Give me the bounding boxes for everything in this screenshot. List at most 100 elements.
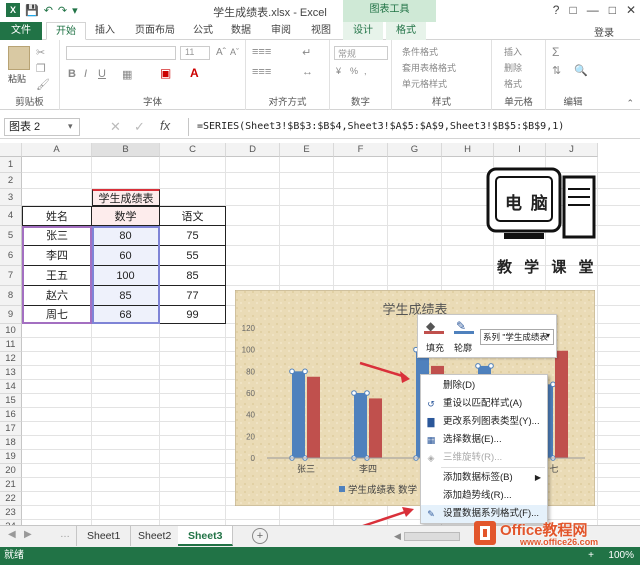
tab-design[interactable]: 设计 [343, 22, 383, 40]
fill-button-label[interactable]: 填充 [426, 341, 444, 354]
column-header-D[interactable]: D [226, 143, 280, 157]
undo-icon[interactable]: ↶ [44, 4, 53, 17]
selection-handle[interactable] [289, 368, 295, 375]
tab-formulas[interactable]: 公式 [186, 22, 220, 40]
sheet-tab-1[interactable]: Sheet1 [76, 526, 132, 546]
wrap-text-icon[interactable]: ↵ [302, 46, 311, 59]
font-size-combo[interactable]: 11 [180, 46, 210, 60]
row-header-4[interactable]: 4 [0, 206, 22, 226]
grow-font-icon[interactable]: Aˆ [216, 47, 226, 58]
bar-series-math[interactable] [292, 371, 305, 458]
row-header-14[interactable]: 14 [0, 380, 22, 394]
tab-view[interactable]: 视图 [304, 22, 338, 40]
tab-overflow-icon[interactable]: … [60, 529, 70, 540]
context-menu-item[interactable]: ▦ 选择数据(E)... [421, 431, 547, 449]
row-header-11[interactable]: 11 [0, 338, 22, 352]
table-cell[interactable]: 68 [92, 306, 160, 324]
row-header-10[interactable]: 10 [0, 324, 22, 338]
table-title-cell[interactable]: 学生成绩表 [92, 189, 160, 206]
maximize-button[interactable]: □ [609, 3, 616, 17]
row-header-21[interactable]: 21 [0, 478, 22, 492]
insert-function-icon[interactable]: fx [160, 118, 170, 133]
delete-cells-button[interactable]: 删除 [504, 61, 522, 74]
tab-insert[interactable]: 插入 [88, 22, 122, 40]
tab-file[interactable]: 文件 [0, 22, 42, 40]
series-selector[interactable]: 系列 "学生成绩表 [480, 329, 554, 345]
column-header-I[interactable]: I [494, 143, 546, 157]
table-cell[interactable]: 100 [92, 266, 160, 286]
table-cell[interactable]: 75 [160, 226, 226, 246]
help-icon[interactable]: ? [553, 3, 560, 17]
currency-icon[interactable]: ¥ [336, 66, 341, 76]
format-cells-button[interactable]: 格式 [504, 77, 522, 90]
save-icon[interactable]: 💾 [25, 4, 39, 17]
table-header-cell[interactable]: 数学 [92, 206, 160, 226]
table-cell[interactable]: 周七 [22, 306, 92, 324]
outline-button-label[interactable]: 轮廓 [454, 341, 472, 354]
selection-handle[interactable] [475, 363, 481, 369]
table-cell[interactable]: 李四 [22, 246, 92, 266]
table-header-cell[interactable]: 语文 [160, 206, 226, 226]
table-cell[interactable]: 55 [160, 246, 226, 266]
bar-series-2[interactable] [555, 350, 568, 458]
ribbon-display-icon[interactable]: □ [569, 3, 576, 17]
collapse-ribbon-icon[interactable]: ⌃ [626, 98, 634, 109]
table-cell[interactable]: 赵六 [22, 286, 92, 306]
scroll-tabs-right-icon[interactable]: ▶ [24, 529, 32, 540]
font-color-icon[interactable]: A [190, 66, 199, 80]
row-header-16[interactable]: 16 [0, 408, 22, 422]
conditional-format-button[interactable]: 条件格式 [402, 45, 438, 58]
border-icon[interactable]: ▦ [122, 68, 132, 81]
shrink-font-icon[interactable]: Aˇ [230, 47, 239, 57]
table-header-cell[interactable]: 姓名 [22, 206, 92, 226]
table-cell[interactable]: 张三 [22, 226, 92, 246]
comma-icon[interactable]: , [364, 66, 367, 76]
italic-icon[interactable]: I [84, 68, 87, 80]
column-header-E[interactable]: E [280, 143, 334, 157]
table-cell[interactable]: 85 [160, 266, 226, 286]
tab-home[interactable]: 开始 [46, 22, 86, 40]
column-header-F[interactable]: F [334, 143, 388, 157]
row-header-22[interactable]: 22 [0, 492, 22, 506]
align-top-icon[interactable]: ≡≡≡ [252, 46, 271, 58]
row-header-19[interactable]: 19 [0, 450, 22, 464]
zoom-level[interactable]: 100% [608, 547, 634, 565]
series-selector-dropdown-icon[interactable]: ▾ [546, 331, 550, 340]
zoom-in-icon[interactable]: + [588, 547, 594, 565]
context-menu-item[interactable]: ▇ 更改系列图表类型(Y)... [421, 413, 547, 431]
selection-handle[interactable] [550, 381, 556, 388]
find-icon[interactable]: 🔍 [574, 64, 588, 77]
row-header-7[interactable]: 7 [0, 266, 22, 286]
tab-page-layout[interactable]: 页面布局 [126, 22, 184, 40]
merge-icon[interactable]: ↔ [302, 66, 313, 78]
selection-handle[interactable] [302, 368, 308, 375]
table-cell[interactable]: 77 [160, 286, 226, 306]
row-header-2[interactable]: 2 [0, 173, 22, 189]
insert-cells-button[interactable]: 插入 [504, 45, 522, 58]
column-header-A[interactable]: A [22, 143, 92, 157]
context-menu-item[interactable]: 删除(D) [421, 377, 547, 395]
h-scrollbar-thumb[interactable] [404, 532, 460, 541]
align-left-icon[interactable]: ≡≡≡ [252, 66, 271, 78]
formula-input[interactable]: =SERIES(Sheet3!$B$3:$B$4,Sheet3!$A$5:$A$… [188, 118, 634, 136]
redo-icon[interactable]: ↷ [58, 4, 67, 17]
row-header-5[interactable]: 5 [0, 226, 22, 246]
context-menu-item[interactable]: 添加趋势线(R)... [421, 487, 547, 505]
row-header-9[interactable]: 9 [0, 306, 22, 324]
row-header-12[interactable]: 12 [0, 352, 22, 366]
scroll-tabs-left-icon[interactable]: ◀ [8, 529, 16, 540]
context-menu-item[interactable]: ↺ 重设以匹配样式(A) [421, 395, 547, 413]
table-cell[interactable]: 85 [92, 286, 160, 306]
row-header-23[interactable]: 23 [0, 506, 22, 520]
sheet-tab-3-active[interactable]: Sheet3 [178, 526, 234, 546]
row-header-8[interactable]: 8 [0, 286, 22, 306]
enter-formula-icon[interactable]: ✓ [134, 119, 145, 135]
column-header-G[interactable]: G [388, 143, 442, 157]
paste-label[interactable]: 粘贴 [8, 72, 26, 85]
fill-color-icon[interactable]: ▣ [160, 66, 171, 80]
cut-icon[interactable]: ✂ [36, 46, 45, 59]
bar-series-2[interactable] [307, 376, 320, 458]
tab-data[interactable]: 数据 [224, 22, 258, 40]
column-header-H[interactable]: H [442, 143, 494, 157]
font-name-combo[interactable] [66, 46, 176, 60]
